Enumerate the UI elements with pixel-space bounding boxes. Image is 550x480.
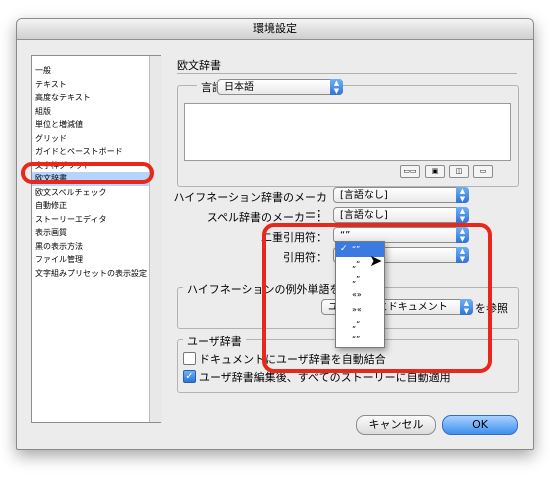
auto-merge-checkbox[interactable] [183,352,196,365]
hyphenation-vendor-value: [言語なし] [340,190,388,201]
chevron-updown-icon: ▲ ▼ [456,207,469,223]
auto-apply-checkbox[interactable]: ✓ [183,370,196,383]
sidebar-item[interactable]: 単位と増減値 [32,118,160,132]
sidebar-item[interactable]: 欧文スペルチェック [32,186,160,200]
chevron-updown-icon: ▲ ▼ [456,187,469,203]
sidebar-item[interactable]: 組版 [32,105,160,119]
sidebar-item[interactable]: ファイル管理 [32,253,160,267]
section-title: 欧文辞書 [177,59,221,72]
sidebar-item[interactable]: 一般 [32,64,160,78]
preferences-sidebar: 一般 テキスト 高度なテキスト 組版 単位と増減値 グリッド ガイドとペーストボード 文字枠グ… [31,55,162,423]
sidebar-item[interactable]: 高度なテキスト [32,91,160,105]
quotes-highlight [262,223,492,373]
new-dictionary-icon[interactable]: ▭▭ [400,165,420,178]
cancel-button[interactable]: キャンセル [356,415,436,435]
sidebar-item[interactable]: 自動修正 [32,199,160,213]
sidebar-item[interactable]: 黒の表示方法 [32,240,160,254]
dictionary-list[interactable] [184,103,511,161]
language-value: 日本語 [224,82,254,93]
sidebar-scrollbar[interactable] [149,56,162,422]
spelling-vendor-value: [言語なし] [340,210,388,221]
relink-dictionary-icon[interactable]: ▭ [473,165,493,178]
sidebar-highlight [21,162,154,184]
language-select[interactable]: 日本語 ▲ ▼ [217,79,343,95]
sidebar-item[interactable]: テキスト [32,78,160,92]
remove-dictionary-icon[interactable]: ◫ [449,165,469,178]
section-divider [177,73,517,74]
ok-button[interactable]: OK [442,415,518,435]
sidebar-item[interactable]: ストーリーエディタ [32,213,160,227]
window-title: 環境設定 [17,19,533,40]
preferences-window: 環境設定 一般 テキスト 高度なテキスト 組版 単位と増減値 グリッド ガイドとペーストボー… [16,18,534,450]
chevron-updown-icon: ▲ ▼ [330,79,343,95]
sidebar-item[interactable]: ガイドとペーストボード [32,145,160,159]
spelling-vendor-select[interactable]: [言語なし] ▲ ▼ [333,207,469,223]
sidebar-item[interactable]: 表示画質 [32,226,160,240]
sidebar-item[interactable]: 文字組みプリセットの表示設定 [32,267,160,281]
user-dict-label: ユーザ辞書 [183,333,246,349]
hyphenation-vendor-select[interactable]: [言語なし] ▲ ▼ [333,187,469,203]
sidebar-item[interactable]: グリッド [32,132,160,146]
add-dictionary-icon[interactable]: ▣ [425,165,445,178]
